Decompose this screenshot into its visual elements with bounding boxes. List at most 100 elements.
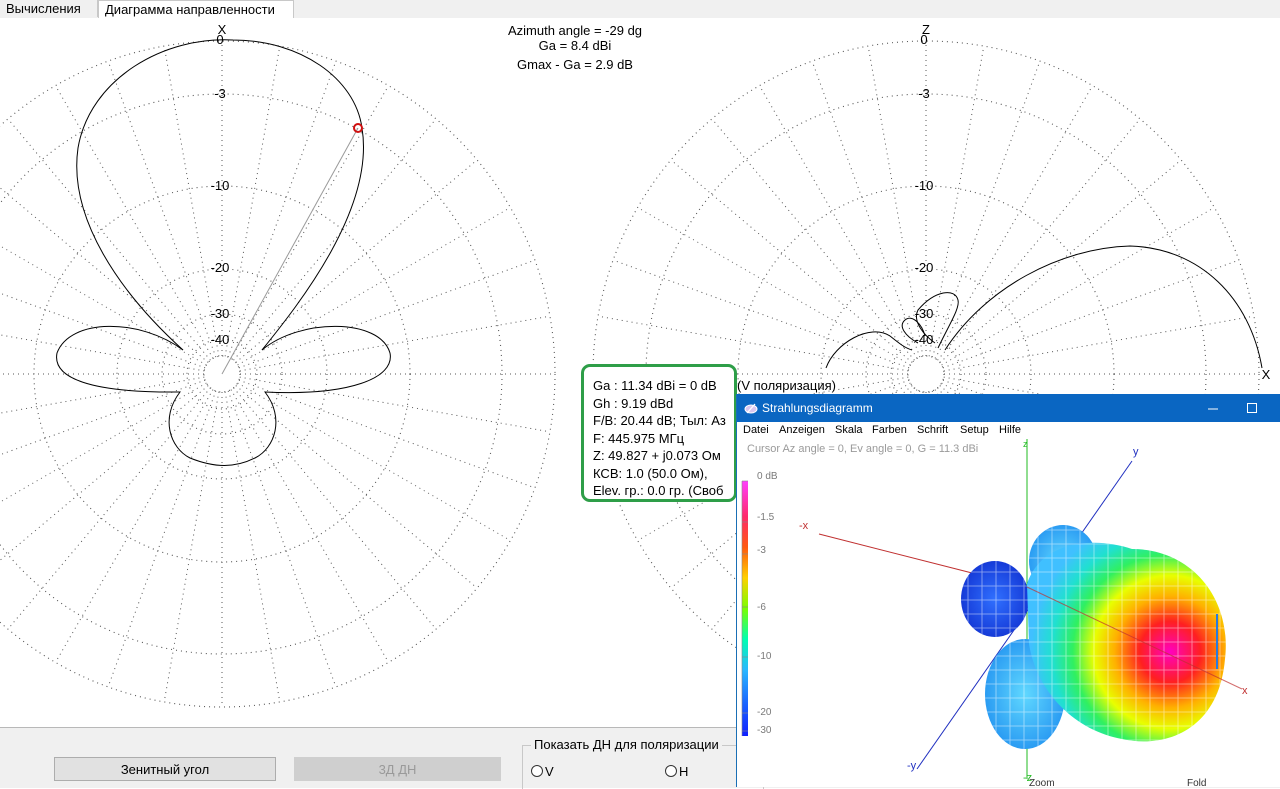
- tab-bar: Вычисления Диаграмма направленности: [0, 0, 1280, 19]
- left-grid-spoke: [235, 159, 478, 363]
- right-grid-spoke: [939, 159, 1182, 363]
- menu-setup[interactable]: Setup: [960, 424, 989, 436]
- pattern-3d-view[interactable]: 0 dB -1.5 -3 -6 -10 -20 -30 -x x y -y z …: [737, 439, 1280, 787]
- axis-label-minus-y: -y: [907, 760, 917, 772]
- left-grid-spoke: [230, 389, 389, 663]
- radio-v[interactable]: V: [531, 765, 554, 779]
- fold-label: Fold: [1187, 778, 1206, 787]
- menu-farben[interactable]: Farben: [872, 424, 907, 436]
- scale-label-0: 0 dB: [757, 471, 778, 482]
- scale-label-6: -30: [757, 725, 772, 736]
- left-axis-label: X: [218, 22, 227, 37]
- left-grid-spoke: [107, 390, 217, 688]
- menu-anzeigen[interactable]: Anzeigen: [779, 424, 825, 436]
- axis-label-z: z: [1023, 439, 1028, 449]
- left-grid-spoke: [0, 292, 206, 369]
- tab-calculations[interactable]: Вычисления: [0, 0, 98, 17]
- right-grid-ring-label: -10: [915, 178, 934, 193]
- menu-schrift[interactable]: Schrift: [917, 424, 948, 436]
- right-grid-ring-6: [907, 355, 945, 393]
- radio-h-circle[interactable]: [665, 765, 677, 777]
- right-grid-spoke: [931, 60, 1041, 358]
- radio-h[interactable]: H: [665, 765, 688, 779]
- tab-radiation-pattern[interactable]: Диаграмма направленности: [98, 0, 294, 19]
- left-grid-spoke: [107, 60, 217, 358]
- left-grid-spoke: [233, 118, 437, 361]
- right-grid-spoke: [637, 207, 911, 366]
- info-line-ga: Ga : 11.34 dBi = 0 dB: [593, 378, 717, 393]
- pattern-3d-button[interactable]: 3Д ДН: [294, 757, 501, 781]
- right-grid-spoke: [943, 315, 1255, 372]
- left-grid-spoke: [55, 85, 214, 359]
- left-grid-ring-label: -40: [211, 332, 230, 347]
- radio-v-circle[interactable]: [531, 765, 543, 777]
- right-grid-ring-label: -20: [915, 260, 934, 275]
- left-grid-spoke: [224, 391, 281, 703]
- color-scale-bar: [742, 481, 748, 736]
- gain-text: Ga = 8.4 dBi: [538, 38, 612, 53]
- left-grid-spoke: [0, 382, 207, 503]
- menu-hilfe[interactable]: Hilfe: [999, 424, 1021, 436]
- scale-label-5: -20: [757, 707, 772, 718]
- left-grid-spoke: [239, 376, 551, 433]
- polarization-note: (V поляризация): [737, 378, 836, 393]
- left-grid-spoke: [235, 385, 478, 589]
- left-grid-spoke: [239, 315, 551, 372]
- window-titlebar[interactable]: Strahlungsdiagramm: [737, 394, 1280, 422]
- radio-h-label: H: [679, 764, 689, 779]
- left-grid-spoke: [55, 389, 214, 663]
- left-grid-spoke: [238, 379, 536, 489]
- right-grid-spoke: [711, 118, 915, 361]
- info-box: Ga : 11.34 dBi = 0 dB Gh : 9.19 dBd F/B:…: [581, 364, 737, 502]
- info-line-swr: КСВ: 1.0 (50.0 Ом),: [593, 466, 708, 481]
- minimize-icon[interactable]: [1207, 403, 1219, 415]
- right-grid-spoke: [942, 259, 1240, 369]
- info-line-fb: F/B: 20.44 dB; Тыл: Аз: [593, 413, 726, 428]
- right-grid-spoke: [811, 60, 921, 358]
- left-grid-spoke: [0, 379, 206, 456]
- right-main-lobe: [944, 245, 1263, 369]
- radiation-3d-window: Strahlungsdiagramm Datei Anzeigen Skala …: [736, 394, 1280, 787]
- left-grid-ring-label: -3: [214, 86, 226, 101]
- info-line-elevation: Elev. гр.: 0.0 гр. (Своб: [593, 483, 724, 498]
- left-grid-spoke: [238, 259, 536, 369]
- scale-label-1: -1.5: [757, 512, 775, 523]
- left-grid-spoke: [0, 245, 207, 366]
- left-grid-spoke: [7, 387, 211, 630]
- left-grid-ring-label: -10: [211, 178, 230, 193]
- axis-label-plus-x: x: [1242, 685, 1248, 697]
- right-grid-spoke: [612, 259, 910, 369]
- azimuth-angle-text: Azimuth angle = -29 dg: [507, 23, 643, 38]
- polarization-group: Показать ДН для поляризации V H: [522, 737, 764, 789]
- left-grid-spoke: [0, 187, 209, 363]
- left-grid-ring-label: -20: [211, 260, 230, 275]
- info-line-impedance: Z: 49.827 + j0.073 Ом: [593, 448, 721, 463]
- scale-label-3: -6: [757, 602, 766, 613]
- left-grid-spoke: [0, 385, 209, 561]
- axis-label-plus-y: y: [1133, 446, 1139, 458]
- left-grid-spoke: [230, 85, 389, 359]
- app-icon: [744, 403, 758, 414]
- cursor-line: [221, 127, 359, 375]
- right-grid-ring-label: -3: [918, 86, 930, 101]
- gmax-text: Gmax - Ga = 2.9 dB: [517, 57, 633, 72]
- info-line-freq: F: 445.975 МГц: [593, 431, 685, 446]
- right-axis-label: Z: [922, 22, 930, 37]
- menu-datei[interactable]: Datei: [743, 424, 769, 436]
- scale-label-2: -3: [757, 545, 766, 556]
- left-back-lobes: [56, 325, 391, 466]
- left-grid-spoke: [227, 390, 337, 688]
- right-side-label: X: [1262, 367, 1271, 382]
- right-grid-spoke: [934, 85, 1093, 359]
- left-grid-spoke: [224, 45, 281, 357]
- window-menubar: Datei Anzeigen Skala Farben Schrift Setu…: [737, 422, 1280, 439]
- zoom-label: Zoom: [1029, 778, 1055, 787]
- left-grid-spoke: [237, 207, 511, 366]
- left-grid-spoke: [233, 387, 437, 630]
- left-grid-ring-label: -30: [211, 306, 230, 321]
- zenith-angle-button[interactable]: Зенитный угол: [54, 757, 276, 781]
- maximize-icon[interactable]: [1246, 402, 1258, 414]
- right-back-lobe: [825, 331, 913, 369]
- menu-skala[interactable]: Skala: [835, 424, 863, 436]
- scale-label-4: -10: [757, 651, 772, 662]
